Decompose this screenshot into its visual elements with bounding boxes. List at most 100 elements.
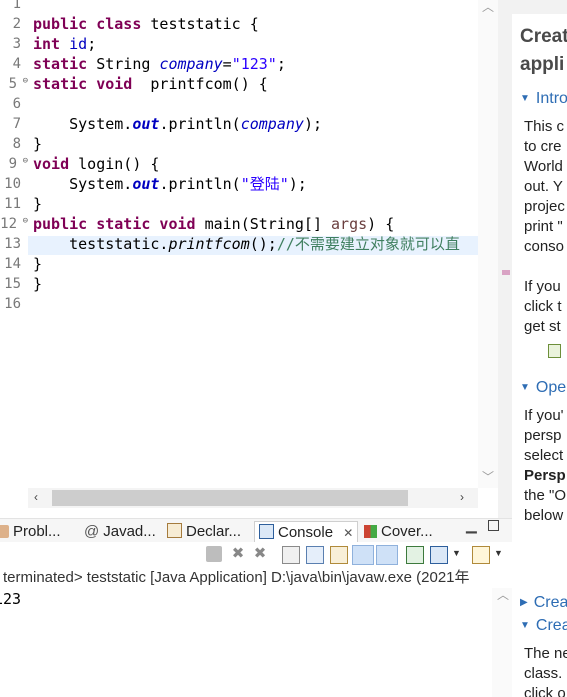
line-number: 1 <box>12 0 21 12</box>
section-text-bold: Persp <box>524 467 566 484</box>
maximize-icon[interactable] <box>488 520 499 531</box>
code-line[interactable]: static void printfcom() { <box>33 74 268 94</box>
line-number: 2 <box>12 16 21 32</box>
tab-problems[interactable]: Probl... <box>0 521 61 543</box>
expanded-triangle-icon: ▼ <box>520 382 530 393</box>
line-number: 5 ⊖ <box>8 76 28 92</box>
scroll-up-icon[interactable]: ︿ <box>497 586 509 603</box>
code-line[interactable]: System.out.println(company); <box>33 114 322 134</box>
line-number: 14 <box>4 256 21 272</box>
line-number: 10 <box>4 176 21 192</box>
tab-declaration[interactable]: Declar... <box>167 521 241 543</box>
tab-javadoc[interactable]: @ Javad... <box>84 521 156 543</box>
section-text: select <box>524 447 564 464</box>
word-wrap-icon[interactable] <box>330 546 348 564</box>
editor-horizontal-scrollbar[interactable]: ‹ › <box>28 488 478 508</box>
line-number: 8 <box>12 136 21 152</box>
intro-text: World <box>524 158 563 175</box>
line-number: 13 <box>4 236 21 252</box>
intro-text: to cre <box>524 138 562 155</box>
tab-coverage[interactable]: Cover... <box>364 521 433 543</box>
view-tab-bar: Probl... @ Javad... Declar... Console ✕ C… <box>0 517 512 544</box>
code-line[interactable]: } <box>33 254 42 274</box>
intro-text: get st <box>524 318 561 335</box>
fold-collapse-icon[interactable]: ⊖ <box>23 156 28 166</box>
console-vertical-scrollbar[interactable]: ︿ <box>492 588 512 697</box>
intro-text: projec <box>524 198 565 215</box>
at-icon: @ <box>84 523 100 540</box>
line-number: 7 <box>12 116 21 132</box>
intro-text: print " <box>524 218 563 235</box>
cheat-sheet-title: appli <box>520 54 565 75</box>
fold-collapse-icon[interactable]: ⊖ <box>23 216 28 226</box>
problems-icon <box>0 525 9 538</box>
intro-text: conso <box>524 238 565 255</box>
line-number: 15 <box>4 276 21 292</box>
terminate-icon[interactable] <box>206 546 222 562</box>
code-line[interactable]: } <box>33 194 42 214</box>
section-intro-header[interactable]: ▼ Intro <box>520 90 567 108</box>
cheat-sheet-content: Creat appli ▼ Intro This c to cre World o… <box>512 14 567 697</box>
intro-text: This c <box>524 118 565 135</box>
remove-launch-icon[interactable]: ✖ <box>230 546 246 562</box>
code-line[interactable]: static String company="123"; <box>33 54 286 74</box>
console-output[interactable]: 123 <box>0 588 490 697</box>
code-line[interactable]: int id; <box>33 34 96 54</box>
scroll-up-icon[interactable]: ︿ <box>482 0 494 15</box>
intro-text: click t <box>524 298 562 315</box>
code-line[interactable]: teststatic.printfcom();//不需要建立对象就可以直 <box>33 234 460 254</box>
section-text: persp <box>524 427 562 444</box>
show-on-stdout-icon[interactable] <box>352 545 374 565</box>
scrollbar-thumb[interactable] <box>52 490 408 506</box>
line-number: 3 <box>12 36 21 52</box>
section-open-header[interactable]: ▼Oper <box>520 379 567 397</box>
scroll-right-icon[interactable]: › <box>460 490 464 504</box>
tab-console[interactable]: Console ✕ <box>254 521 359 544</box>
show-on-stderr-icon[interactable] <box>376 545 398 565</box>
section-text: class. <box>524 665 563 682</box>
collapsed-triangle-icon: ▶ <box>520 597 528 608</box>
section-text: If you' <box>524 407 564 424</box>
remove-all-terminated-icon[interactable]: ✖ <box>252 546 268 562</box>
console-icon <box>259 524 274 539</box>
code-line[interactable]: public static void main(String[] args) { <box>33 214 394 234</box>
display-console-icon[interactable] <box>430 546 448 564</box>
minimize-icon[interactable]: ▁ <box>466 517 477 534</box>
section-text: click o <box>524 685 566 697</box>
expanded-triangle-icon: ▼ <box>520 93 530 104</box>
clear-console-icon[interactable] <box>282 546 300 564</box>
scroll-down-icon[interactable]: ﹀ <box>482 468 494 485</box>
pin-console-icon[interactable] <box>406 546 424 564</box>
code-line[interactable]: public class teststatic { <box>33 14 259 34</box>
line-number: 9 ⊖ <box>8 156 28 172</box>
code-line[interactable]: } <box>33 274 42 294</box>
code-line[interactable]: void login() { <box>33 154 159 174</box>
code-line[interactable]: } <box>33 134 42 154</box>
declaration-icon <box>167 523 182 538</box>
line-number: 6 <box>12 96 21 112</box>
chevron-down-icon[interactable]: ▼ <box>494 548 503 558</box>
fold-collapse-icon[interactable]: ⊖ <box>23 76 28 86</box>
scroll-left-icon[interactable]: ‹ <box>34 490 38 504</box>
chevron-down-icon[interactable]: ▼ <box>452 548 461 558</box>
line-number: 12 ⊖ <box>0 216 28 232</box>
code-line[interactable]: System.out.println("登陆"); <box>33 174 307 194</box>
section-create-header[interactable]: ▼ Crea <box>520 617 567 635</box>
editor-vertical-scrollbar[interactable]: ︿ ﹀ <box>478 0 498 488</box>
sash-marker <box>502 270 510 275</box>
scroll-lock-icon[interactable] <box>306 546 324 564</box>
section-text: the "O <box>524 487 567 504</box>
intro-text: out. Y <box>524 178 563 195</box>
cheat-sheet-title: Creat <box>520 26 567 47</box>
section-create-header[interactable]: ▶ Crea <box>520 594 567 612</box>
line-number: 11 <box>4 196 21 212</box>
console-toolbar: ✖ ✖ ▼ ▼ <box>0 542 512 568</box>
line-number: 4 <box>12 56 21 72</box>
expanded-triangle-icon: ▼ <box>520 620 530 631</box>
line-number: 16 <box>4 296 21 312</box>
close-icon[interactable]: ✕ <box>343 526 353 540</box>
open-console-icon[interactable] <box>472 546 490 564</box>
code-editor[interactable]: 1 2 3 4 5 ⊖ 6 7 8 9 ⊖ 10 11 12 ⊖ 13 14 15 1… <box>0 0 498 488</box>
click-to-begin-icon[interactable] <box>548 344 561 358</box>
console-process-label: terminated> teststatic [Java Application… <box>0 568 512 588</box>
